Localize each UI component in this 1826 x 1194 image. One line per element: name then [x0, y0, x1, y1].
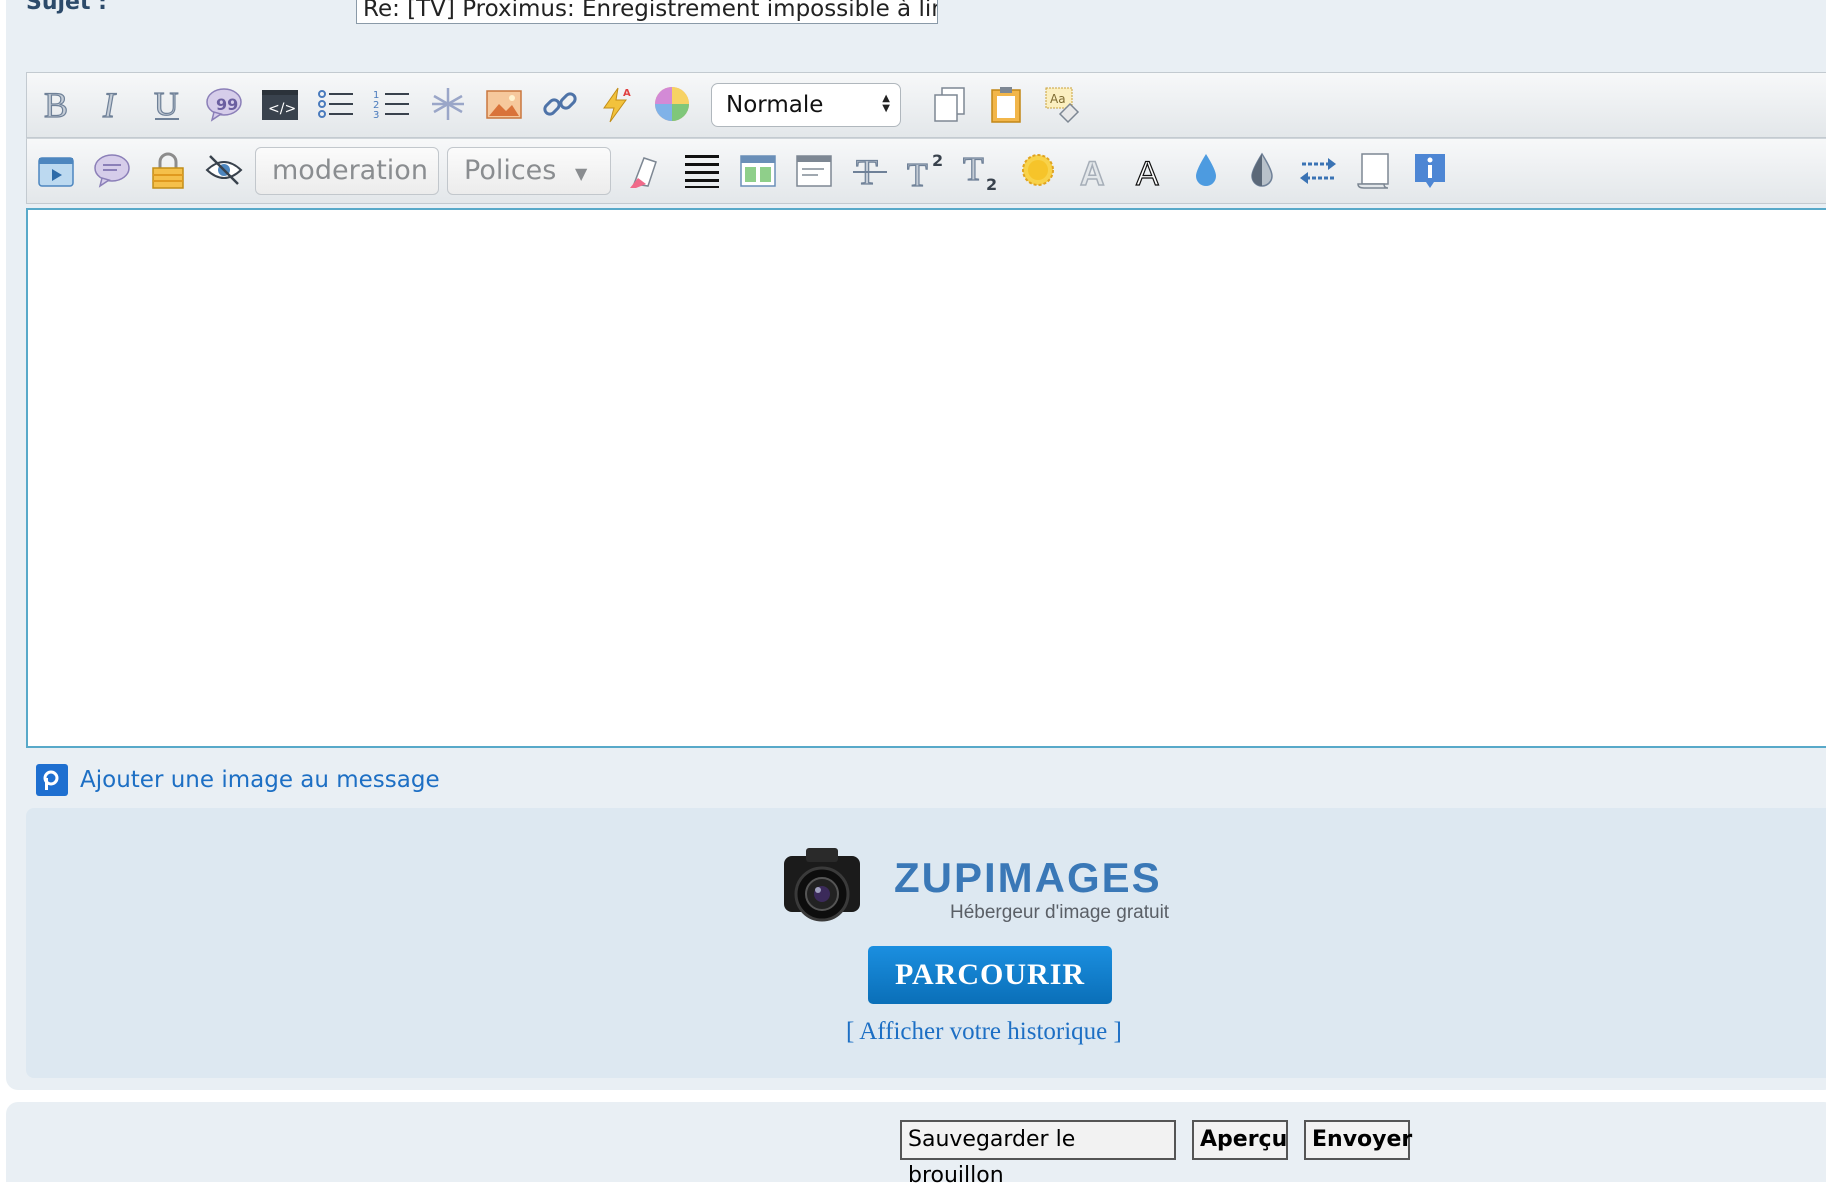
drop-icon[interactable]	[1183, 147, 1229, 193]
moderation-button[interactable]: moderation	[255, 147, 439, 195]
window-icon[interactable]	[791, 147, 837, 193]
svg-text:A: A	[1136, 155, 1159, 190]
subject-input[interactable]: Re: [TV] Proximus: Enregistrement imposs…	[356, 0, 938, 24]
svg-text:2: 2	[932, 151, 943, 170]
svg-text:A: A	[623, 88, 631, 99]
code-icon[interactable]: </>	[257, 81, 303, 127]
subscript-icon[interactable]: T2	[959, 147, 1005, 193]
camera-icon	[776, 838, 866, 938]
speech-bubble-icon[interactable]	[89, 147, 135, 193]
color-wheel-icon[interactable]	[649, 81, 695, 127]
video-icon[interactable]	[33, 147, 79, 193]
zupimages-title: ZUPIMAGES	[894, 854, 1162, 901]
svg-text:T: T	[963, 151, 984, 188]
zupimages-panel: ZUPIMAGES Hébergeur d'image gratuit PARC…	[26, 808, 1826, 1078]
zupimages-subtitle: Hébergeur d'image gratuit	[950, 902, 1170, 923]
svg-text:I: I	[102, 85, 117, 124]
add-image-label: Ajouter une image au message	[80, 767, 440, 793]
paste-icon[interactable]	[983, 81, 1029, 127]
swap-arrows-icon[interactable]	[1295, 147, 1341, 193]
editor-toolbar-row-1: B I U 99 </> 123 A Normale ▲ ▼ Aa	[26, 72, 1826, 138]
polices-label: Polices	[464, 155, 557, 186]
editor-toolbar-row-2: moderation Polices ▼ T T2 T2 A A	[26, 138, 1826, 204]
svg-text:A: A	[1080, 155, 1105, 190]
photo-upload-icon	[36, 764, 68, 796]
svg-text:T: T	[907, 157, 928, 190]
numbered-list-icon[interactable]: 123	[369, 81, 415, 127]
strikethrough-icon[interactable]: T	[847, 147, 893, 193]
preview-button[interactable]: Aperçu	[1192, 1120, 1288, 1160]
svg-text:U: U	[154, 86, 179, 123]
hidden-eye-icon[interactable]	[201, 147, 247, 193]
remove-format-icon[interactable]: Aa	[1039, 81, 1085, 127]
outline-text-icon[interactable]: A	[1071, 147, 1117, 193]
chevron-down-icon: ▼	[574, 164, 588, 183]
sun-icon[interactable]	[1015, 147, 1061, 193]
asterisk-icon[interactable]	[425, 81, 471, 127]
font-size-select[interactable]: Normale ▲ ▼	[711, 83, 901, 127]
underline-icon[interactable]: U	[145, 81, 191, 127]
quote-icon[interactable]: 99	[201, 81, 247, 127]
select-arrows-icon: ▲ ▼	[882, 93, 890, 114]
link-icon[interactable]	[537, 81, 583, 127]
svg-text:3: 3	[373, 110, 379, 121]
align-justify-icon[interactable]	[679, 147, 725, 193]
font-size-select-value: Normale	[726, 92, 824, 118]
polices-dropdown[interactable]: Polices ▼	[447, 147, 611, 195]
svg-text:B: B	[44, 85, 68, 124]
svg-text:Aa: Aa	[1050, 92, 1066, 106]
bullet-list-icon[interactable]	[313, 81, 359, 127]
svg-text:2: 2	[986, 175, 997, 190]
svg-text:</>: </>	[268, 101, 296, 117]
info-icon[interactable]	[1407, 147, 1453, 193]
browse-button[interactable]: PARCOURIR	[868, 946, 1112, 1004]
superscript-icon[interactable]: T2	[903, 147, 949, 193]
italic-icon[interactable]: I	[89, 81, 135, 127]
highlighter-icon[interactable]	[623, 147, 669, 193]
send-button[interactable]: Envoyer	[1304, 1120, 1412, 1160]
scroll-icon[interactable]	[1351, 147, 1397, 193]
svg-text:99: 99	[216, 95, 238, 114]
bold-icon[interactable]: B	[33, 81, 79, 127]
contrast-icon[interactable]	[1239, 147, 1285, 193]
message-editor[interactable]	[26, 208, 1826, 748]
subject-label: Sujet :	[26, 0, 107, 15]
table-icon[interactable]	[735, 147, 781, 193]
image-icon[interactable]	[481, 81, 527, 127]
lock-icon[interactable]	[145, 147, 191, 193]
outline-a-icon[interactable]: A	[1127, 147, 1173, 193]
flash-icon[interactable]: A	[593, 81, 639, 127]
history-link[interactable]: [ Afficher votre historique ]	[846, 1018, 1122, 1046]
add-image-link[interactable]: Ajouter une image au message	[36, 764, 440, 796]
save-draft-button[interactable]: Sauvegarder le brouillon	[900, 1120, 1176, 1188]
copy-icon[interactable]	[927, 81, 973, 127]
